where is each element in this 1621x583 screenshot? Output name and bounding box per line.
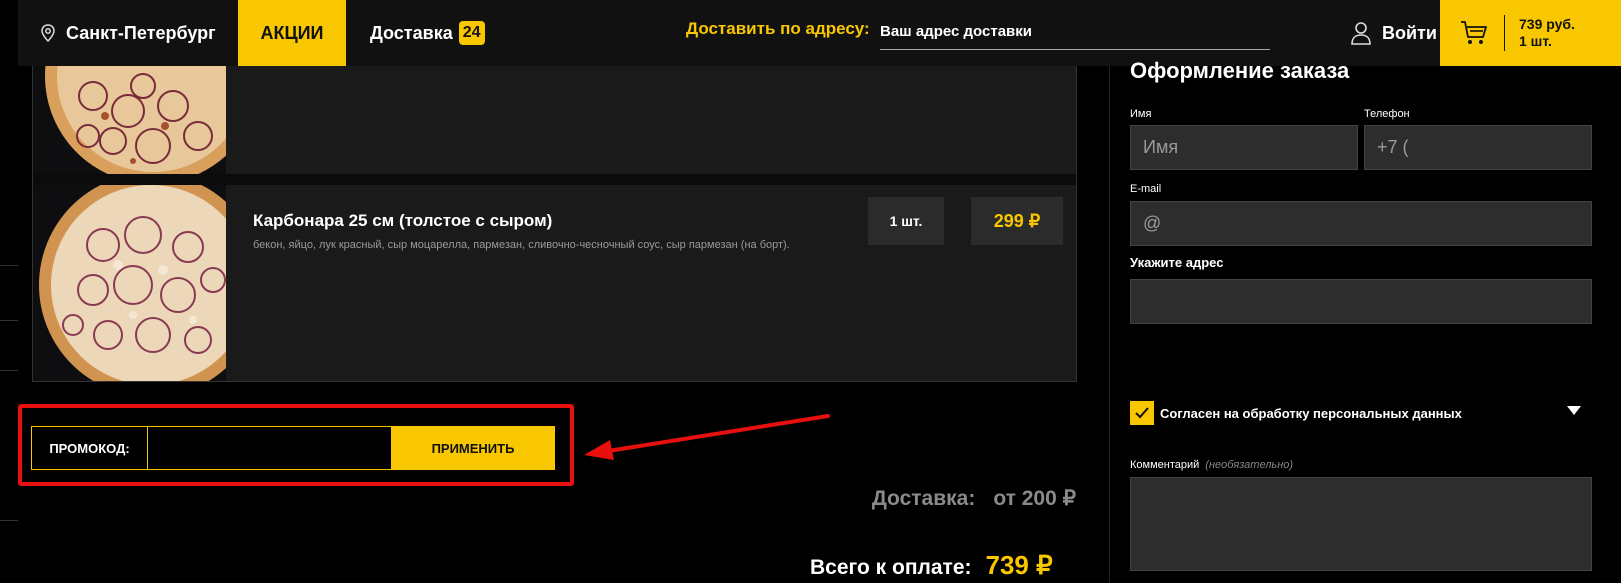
delivery-address-input[interactable] bbox=[880, 14, 1270, 50]
cart-sum: 739 руб. bbox=[1519, 16, 1575, 33]
cart-divider bbox=[1504, 15, 1505, 51]
strip-mark bbox=[0, 320, 18, 321]
login-label: Войти bbox=[1382, 22, 1437, 43]
total-row: Всего к оплате: 739 ₽ bbox=[810, 550, 1053, 581]
pizza-image bbox=[33, 185, 226, 381]
strip-mark bbox=[0, 370, 18, 371]
strip-mark bbox=[0, 265, 18, 266]
comment-label-text: Комментарий bbox=[1130, 459, 1200, 471]
consent-checkbox[interactable] bbox=[1130, 401, 1154, 425]
pizza-image bbox=[33, 66, 226, 174]
order-form-title: Оформление заказа bbox=[1130, 58, 1350, 83]
total-value: 739 ₽ bbox=[985, 550, 1053, 580]
delivery-24-badge: 24 bbox=[458, 21, 485, 45]
promo-code-form: ПРОМОКОД: ПРИМЕНИТЬ bbox=[31, 426, 555, 470]
name-input[interactable] bbox=[1130, 125, 1358, 170]
cart-item-partial bbox=[33, 66, 1076, 174]
total-label: Всего к оплате: bbox=[810, 556, 972, 579]
red-arrow-icon bbox=[584, 414, 830, 460]
email-input[interactable] bbox=[1130, 201, 1592, 246]
promo-code-input[interactable] bbox=[148, 427, 392, 469]
comment-textarea[interactable] bbox=[1130, 477, 1592, 571]
delivery-cost-row: Доставка: от 200 ₽ bbox=[872, 486, 1076, 511]
checkout-page: Санкт-Петербург АКЦИИ Доставка 24 Войти … bbox=[0, 0, 1621, 583]
login-button[interactable]: Войти bbox=[1350, 0, 1437, 66]
item-description: бекон, яйцо, лук красный, сыр моцарелла,… bbox=[253, 239, 790, 251]
pizza-photo-icon bbox=[39, 185, 226, 381]
column-divider bbox=[1109, 66, 1110, 583]
phone-label: Телефон bbox=[1364, 108, 1410, 120]
address-title: Укажите адрес bbox=[1130, 255, 1224, 270]
cart-items-list: Карбонара 25 см (толстое с сыром) бекон,… bbox=[32, 66, 1077, 382]
address-input[interactable] bbox=[1130, 279, 1592, 324]
promotions-tab[interactable]: АКЦИИ bbox=[238, 0, 346, 66]
delivery-link[interactable]: Доставка 24 bbox=[346, 0, 706, 66]
apply-promo-button[interactable]: ПРИМЕНИТЬ bbox=[392, 427, 554, 469]
cart-count: 1 шт. bbox=[1519, 33, 1552, 49]
cart-button[interactable]: 739 руб. 1 шт. bbox=[1440, 0, 1621, 66]
comment-label: Комментарий (необязательно) bbox=[1130, 459, 1293, 471]
delivery-address-label: Доставить по адресу: bbox=[686, 19, 870, 38]
chevron-down-icon[interactable] bbox=[1567, 406, 1581, 415]
strip-mark bbox=[0, 520, 18, 521]
consent-label: Согласен на обработку персональных данны… bbox=[1160, 405, 1462, 421]
promo-code-label: ПРОМОКОД: bbox=[32, 427, 148, 469]
checkmark-icon bbox=[1135, 407, 1149, 419]
cart-icon bbox=[1461, 21, 1487, 44]
cart-item: Карбонара 25 см (толстое с сыром) бекон,… bbox=[33, 185, 1076, 381]
comment-optional-note: (необязательно) bbox=[1205, 459, 1294, 471]
cart-summary: 739 руб. 1 шт. bbox=[1519, 16, 1575, 50]
city-selector[interactable]: Санкт-Петербург bbox=[18, 0, 238, 66]
delivery-cost-label: Доставка: bbox=[871, 487, 976, 510]
item-name: Карбонара 25 см (толстое с сыром) bbox=[253, 211, 553, 230]
delivery-cost-value: от 200 ₽ bbox=[993, 487, 1076, 510]
email-label: E-mail bbox=[1130, 183, 1162, 195]
item-separator bbox=[33, 174, 1076, 185]
item-price: 299 ₽ bbox=[971, 197, 1063, 245]
user-icon bbox=[1351, 22, 1371, 45]
name-label: Имя bbox=[1130, 108, 1152, 120]
consent-row: Согласен на обработку персональных данны… bbox=[1130, 401, 1462, 425]
pizza-photo-icon bbox=[45, 66, 226, 174]
phone-input[interactable] bbox=[1364, 125, 1592, 170]
city-name: Санкт-Петербург bbox=[66, 22, 216, 43]
location-pin-icon bbox=[41, 24, 55, 42]
delivery-link-label: Доставка bbox=[370, 22, 453, 43]
item-quantity[interactable]: 1 шт. bbox=[868, 197, 944, 245]
